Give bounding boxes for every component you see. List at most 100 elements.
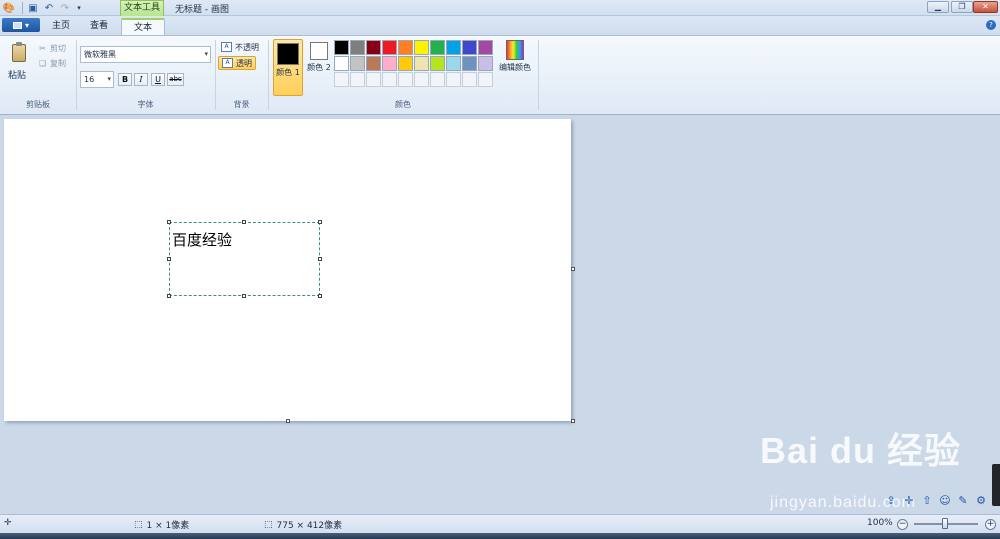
window-title: 无标题 - 画图 xyxy=(175,5,229,15)
color2-button[interactable]: 颜色 2 xyxy=(304,39,334,96)
palette-color-swatch[interactable] xyxy=(382,56,397,71)
palette-color-swatch[interactable] xyxy=(398,56,413,71)
group-separator xyxy=(538,40,539,110)
minimize-button[interactable]: ▁ xyxy=(927,1,949,13)
drawing-canvas[interactable]: 百度经验 xyxy=(4,119,571,421)
colors-group-label: 颜色 xyxy=(395,100,411,109)
cursor-position: ✛ xyxy=(4,518,16,528)
resize-handle[interactable] xyxy=(318,257,322,261)
palette-custom-slot[interactable] xyxy=(382,72,397,87)
resize-handle[interactable] xyxy=(318,294,322,298)
text-box-content[interactable]: 百度经验 xyxy=(172,229,232,250)
palette-custom-slot[interactable] xyxy=(462,72,477,87)
palette-custom-slot[interactable] xyxy=(446,72,461,87)
gear-icon[interactable]: ⚙ xyxy=(975,494,987,508)
resize-handle[interactable] xyxy=(242,294,246,298)
text-box[interactable]: 百度经验 xyxy=(167,220,322,298)
smiley-icon[interactable]: ☺ xyxy=(939,494,951,508)
palette-custom-slot[interactable] xyxy=(366,72,381,87)
palette-color-swatch[interactable] xyxy=(430,56,445,71)
palette-color-swatch[interactable] xyxy=(366,40,381,55)
color1-button[interactable]: 颜色 1 xyxy=(273,39,303,96)
context-tab-text-tools: 文本工具 xyxy=(120,0,164,16)
text-opaque-icon: A xyxy=(221,42,232,52)
redo-icon[interactable]: ↷ xyxy=(58,1,72,15)
color2-label: 颜色 2 xyxy=(307,63,331,72)
palette-color-swatch[interactable] xyxy=(350,40,365,55)
palette-color-swatch[interactable] xyxy=(334,56,349,71)
palette-color-swatch[interactable] xyxy=(446,56,461,71)
canvas-resize-handle-corner[interactable] xyxy=(571,419,575,423)
canvas-resize-handle-right[interactable] xyxy=(571,267,575,271)
zoom-slider-thumb[interactable] xyxy=(942,518,948,529)
italic-button[interactable]: I xyxy=(134,73,148,86)
tab-view[interactable]: 查看 xyxy=(80,18,118,35)
palette-color-swatch[interactable] xyxy=(478,40,493,55)
selection-size: ⬚ 1 × 1像素 xyxy=(134,519,190,532)
resize-handle[interactable] xyxy=(318,220,322,224)
ribbon: 粘贴 ✂ 剪切 ❏ 复制 剪贴板 微软雅黑 ▾ 16 ▾ B I U abc 字体 A不… xyxy=(0,35,1000,115)
palette-color-swatch[interactable] xyxy=(350,56,365,71)
bold-button[interactable]: B xyxy=(118,73,132,86)
paste-icon[interactable] xyxy=(12,42,26,62)
app-icon[interactable]: 🎨 xyxy=(2,1,16,15)
share-icon[interactable]: ⇪ xyxy=(885,494,897,508)
palette-color-swatch[interactable] xyxy=(334,40,349,55)
resize-handle[interactable] xyxy=(167,257,171,261)
upload-icon[interactable]: ⇧ xyxy=(921,494,933,508)
palette-color-swatch[interactable] xyxy=(462,56,477,71)
edit-colors-button[interactable]: 编辑颜色 xyxy=(496,40,534,73)
palette-color-swatch[interactable] xyxy=(478,56,493,71)
pencil-icon[interactable]: ✎ xyxy=(957,494,969,508)
background-group-label: 背景 xyxy=(233,100,250,109)
palette-custom-slot[interactable] xyxy=(414,72,429,87)
palette-color-swatch[interactable] xyxy=(366,56,381,71)
font-family-select[interactable]: 微软雅黑 ▾ xyxy=(80,46,211,63)
font-size-select[interactable]: 16 ▾ xyxy=(80,71,114,88)
palette-color-swatch[interactable] xyxy=(382,40,397,55)
status-bar: ✛ ⬚ 1 × 1像素 ⬚ 775 × 412像素 100% − + xyxy=(0,514,1000,533)
save-icon[interactable]: ▣ xyxy=(26,1,40,15)
opaque-button[interactable]: A 不透明 xyxy=(218,40,262,54)
clipboard-group-label: 剪贴板 xyxy=(26,100,50,109)
crosshair-icon: ✛ xyxy=(4,518,12,528)
tab-home[interactable]: 主页 xyxy=(42,18,80,35)
palette-color-swatch[interactable] xyxy=(398,40,413,55)
color-palette xyxy=(334,40,493,87)
close-button[interactable]: ✕ xyxy=(973,1,998,13)
paint-menu-button[interactable]: ▾ xyxy=(2,18,40,32)
help-icon[interactable]: ? xyxy=(986,20,996,30)
zoom-in-button[interactable]: + xyxy=(985,519,996,530)
palette-color-swatch[interactable] xyxy=(462,40,477,55)
cut-button[interactable]: ✂ 剪切 xyxy=(38,43,66,54)
customize-quick-access-icon[interactable]: ▾ xyxy=(72,1,86,15)
resize-handle[interactable] xyxy=(167,220,171,224)
palette-color-swatch[interactable] xyxy=(446,40,461,55)
undo-icon[interactable]: ↶ xyxy=(42,1,56,15)
transparent-button[interactable]: A 透明 xyxy=(218,56,256,70)
copy-button[interactable]: ❏ 复制 xyxy=(38,58,66,69)
maximize-button[interactable]: ❐ xyxy=(951,1,973,13)
chevron-down-icon: ▾ xyxy=(204,50,208,58)
zoom-out-button[interactable]: − xyxy=(897,519,908,530)
color-spectrum-icon xyxy=(506,40,524,60)
palette-custom-slot[interactable] xyxy=(350,72,365,87)
tab-text[interactable]: 文本 xyxy=(121,18,165,35)
palette-color-swatch[interactable] xyxy=(414,56,429,71)
resize-handle[interactable] xyxy=(242,220,246,224)
palette-custom-slot[interactable] xyxy=(334,72,349,87)
taskbar xyxy=(0,533,1000,539)
palette-custom-slot[interactable] xyxy=(478,72,493,87)
strikethrough-button[interactable]: abc xyxy=(167,73,184,86)
resize-handle[interactable] xyxy=(167,294,171,298)
canvas-resize-handle-bottom[interactable] xyxy=(286,419,290,423)
copy-icon: ❏ xyxy=(38,59,47,68)
paste-button[interactable]: 粘贴 xyxy=(8,68,26,81)
move-icon[interactable]: ✛ xyxy=(903,494,915,508)
palette-custom-slot[interactable] xyxy=(430,72,445,87)
underline-button[interactable]: U xyxy=(151,73,165,86)
text-transparent-icon: A xyxy=(222,58,233,68)
palette-custom-slot[interactable] xyxy=(398,72,413,87)
palette-color-swatch[interactable] xyxy=(430,40,445,55)
palette-color-swatch[interactable] xyxy=(414,40,429,55)
